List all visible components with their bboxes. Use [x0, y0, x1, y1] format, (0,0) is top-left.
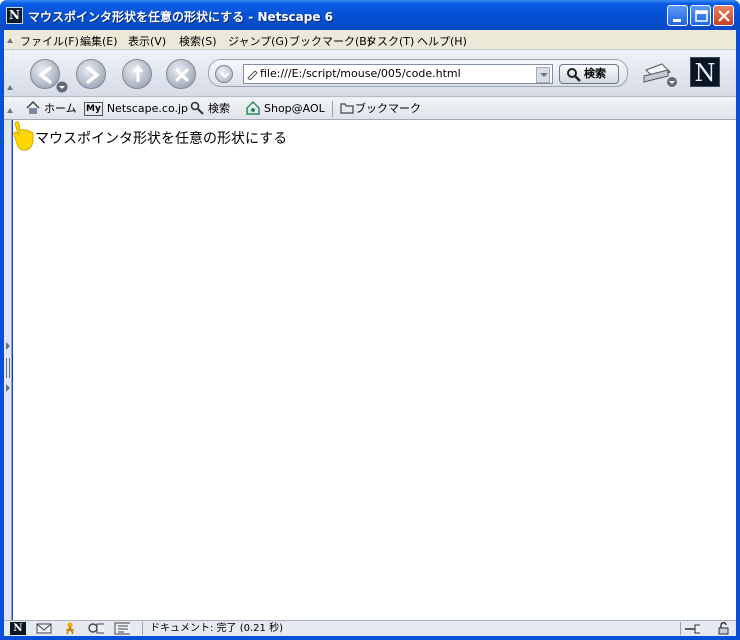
shop-icon [246, 101, 260, 115]
online-connection-icon[interactable] [684, 622, 700, 635]
url-text: file:///E:/script/mouse/005/code.html [260, 67, 461, 80]
print-button[interactable] [640, 58, 680, 92]
stop-icon [175, 68, 189, 82]
menu-help[interactable]: ヘルプ(H) [417, 33, 467, 49]
shop-aol-label: Shop@AOL [264, 102, 325, 115]
url-input[interactable]: file:///E:/script/mouse/005/code.html [243, 64, 553, 84]
window-title: マウスポインタ形状を任意の形状にする - Netscape 6 [28, 10, 333, 24]
personal-toolbar: ホーム My Netscape.co.jp 検索 Shop@AOL ブックマーク [4, 98, 736, 120]
page-icon [247, 70, 258, 80]
url-dropdown-button[interactable] [536, 67, 550, 83]
menu-search[interactable]: 検索(S) [179, 33, 217, 49]
netscape-logo[interactable]: N [690, 57, 720, 87]
forward-button[interactable] [76, 59, 106, 89]
status-bar: N ドキュメント: 完了 (0.21 秒) [4, 620, 736, 636]
forward-arrow-icon [86, 66, 100, 84]
close-icon [718, 10, 730, 22]
search-link[interactable]: 検索 [190, 101, 230, 117]
search-button[interactable]: 検索 [559, 64, 619, 84]
status-separator [680, 622, 681, 635]
folder-icon [340, 103, 354, 114]
page-heading-text: マウスポインタ形状を任意の形状にする [35, 131, 288, 147]
minimize-icon [673, 19, 681, 22]
toolbar-grip-icon[interactable] [6, 83, 14, 91]
window-frame-bottom [0, 636, 740, 640]
magnifier-icon [567, 68, 581, 82]
bookmarks-button[interactable]: ブックマーク [340, 101, 421, 117]
chevron-down-icon [220, 72, 230, 79]
menu-tasks[interactable]: タスク(T) [366, 33, 414, 49]
netscape-co-jp-label: Netscape.co.jp [106, 102, 189, 115]
url-history-button[interactable] [215, 65, 233, 83]
url-bar: file:///E:/script/mouse/005/code.html 検索 [208, 59, 628, 87]
composer-icon[interactable] [88, 622, 104, 635]
search-link-label: 検索 [208, 102, 230, 115]
stop-button[interactable] [166, 59, 196, 89]
maximize-button[interactable] [690, 5, 711, 26]
netscape-status-icon[interactable]: N [10, 622, 26, 635]
toolbar-grip-icon[interactable] [6, 36, 14, 44]
address-book-icon[interactable] [114, 622, 130, 635]
navigation-toolbar: file:///E:/script/mouse/005/code.html 検索… [4, 51, 736, 97]
sidebar-toggle-strip[interactable] [4, 120, 12, 620]
netscape-app-icon: N [6, 7, 23, 24]
menu-bar: ファイル(F) 編集(E) 表示(V) 検索(S) ジャンプ(G) ブックマーク… [4, 30, 736, 50]
home-button[interactable]: ホーム [26, 101, 77, 117]
title-bar[interactable]: N マウスポインタ形状を任意の形状にする - Netscape 6 [0, 0, 740, 30]
reload-icon [132, 64, 144, 82]
menu-edit[interactable]: 編集(E) [80, 33, 118, 49]
my-icon: My [84, 102, 103, 116]
bookmarks-label: ブックマーク [355, 102, 421, 115]
sidebar-grip-icon [6, 342, 10, 392]
menu-file[interactable]: ファイル(F) [20, 33, 79, 49]
reload-button[interactable] [122, 59, 152, 89]
toolbar-separator [332, 101, 333, 117]
page-content[interactable]: マウスポインタ形状を任意の形状にする [13, 120, 736, 620]
home-label: ホーム [44, 102, 77, 115]
menu-go[interactable]: ジャンプ(G) [228, 33, 288, 49]
mail-icon[interactable] [36, 622, 52, 635]
security-lock-icon[interactable] [716, 622, 732, 635]
search-icon [190, 101, 204, 115]
shop-aol-link[interactable]: Shop@AOL [246, 101, 325, 117]
maximize-icon [695, 10, 708, 22]
menu-view[interactable]: 表示(V) [128, 33, 166, 49]
instant-messenger-icon[interactable] [62, 622, 78, 635]
toolbar-grip-icon[interactable] [6, 106, 14, 114]
status-separator [142, 622, 143, 635]
home-icon [26, 101, 40, 114]
back-dropdown-icon[interactable] [56, 81, 68, 93]
chevron-down-icon [540, 73, 548, 77]
netscape-co-jp-link[interactable]: My Netscape.co.jp [84, 101, 188, 117]
minimize-button[interactable] [667, 5, 688, 26]
menu-bookmarks[interactable]: ブックマーク(B) [289, 33, 371, 49]
search-button-label: 検索 [584, 67, 606, 80]
close-button[interactable] [713, 5, 734, 26]
browser-window: N マウスポインタ形状を任意の形状にする - Netscape 6 ファイル(F… [0, 0, 740, 640]
browser-chrome: ファイル(F) 編集(E) 表示(V) 検索(S) ジャンプ(G) ブックマーク… [4, 30, 736, 120]
status-text: ドキュメント: 完了 (0.21 秒) [150, 623, 283, 634]
